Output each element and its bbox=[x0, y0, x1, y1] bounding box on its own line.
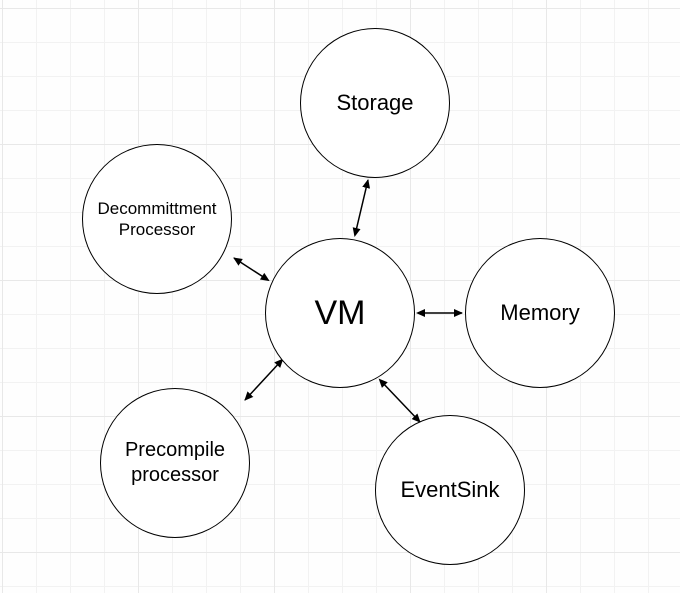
edge-vm-precompile bbox=[245, 360, 282, 400]
node-eventsink[interactable]: EventSink bbox=[375, 415, 525, 565]
node-eventsink-label: EventSink bbox=[400, 476, 499, 504]
node-decommit-label-1: Decommittment bbox=[97, 198, 216, 219]
diagram-canvas: VM Storage Decommittment Processor Memor… bbox=[0, 0, 680, 593]
node-memory-label: Memory bbox=[500, 299, 579, 327]
node-precompile-label-2: processor bbox=[131, 463, 219, 488]
edge-vm-decommit bbox=[234, 258, 268, 280]
edge-vm-storage bbox=[355, 180, 368, 235]
node-storage[interactable]: Storage bbox=[300, 28, 450, 178]
node-storage-label: Storage bbox=[336, 89, 413, 117]
node-vm-label: VM bbox=[315, 292, 366, 335]
edge-vm-eventsink bbox=[380, 380, 420, 422]
node-decommit-label-2: Processor bbox=[119, 219, 196, 240]
node-precompile-label-1: Precompile bbox=[125, 438, 225, 463]
node-vm[interactable]: VM bbox=[265, 238, 415, 388]
node-memory[interactable]: Memory bbox=[465, 238, 615, 388]
node-decommit[interactable]: Decommittment Processor bbox=[82, 144, 232, 294]
node-precompile[interactable]: Precompile processor bbox=[100, 388, 250, 538]
